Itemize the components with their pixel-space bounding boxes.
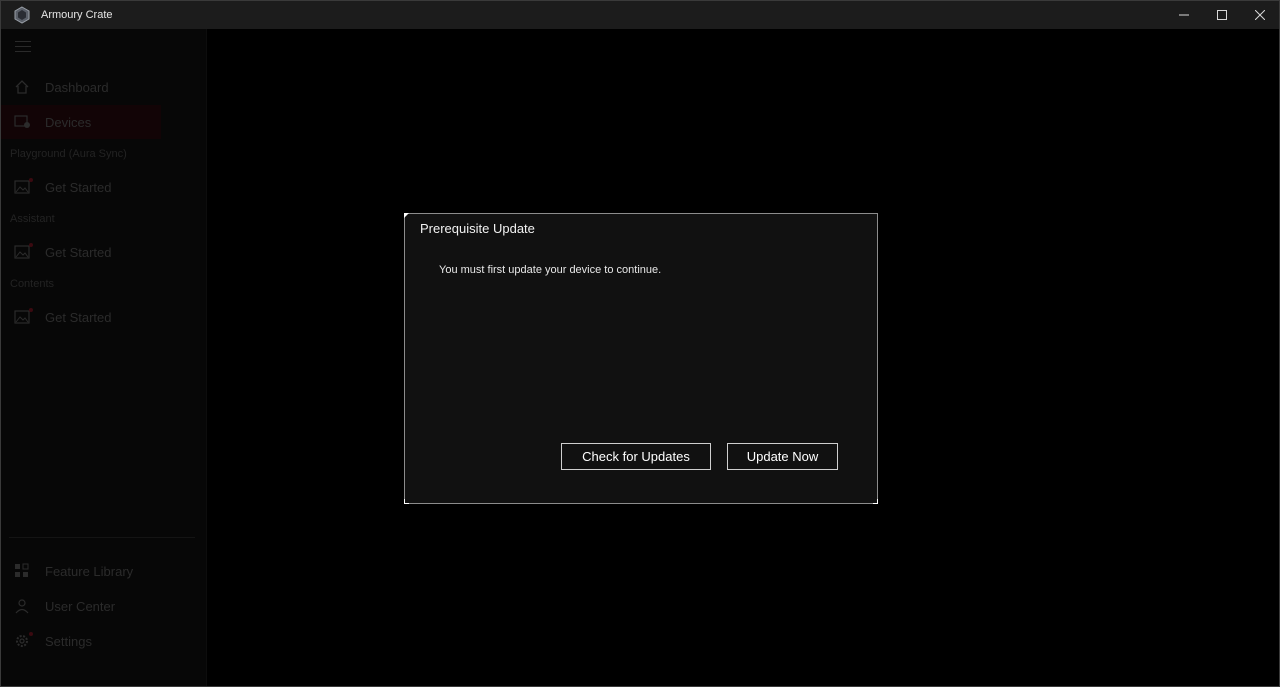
title-bar: Armoury Crate: [1, 1, 1279, 29]
sidebar-item-label: Get Started: [45, 179, 112, 195]
prerequisite-update-dialog: Prerequisite Update You must first updat…: [404, 213, 878, 504]
window-controls: [1165, 1, 1279, 29]
devices-icon: [13, 114, 31, 130]
sidebar-divider: [9, 537, 195, 538]
check-for-updates-button[interactable]: Check for Updates: [561, 443, 711, 470]
app-window: Armoury Crate Dashboard Devices Playgrou…: [0, 0, 1280, 687]
gear-icon: [13, 632, 33, 649]
sidebar-item-dashboard[interactable]: Dashboard: [1, 70, 207, 104]
sidebar-item-user-center[interactable]: User Center: [1, 589, 207, 623]
sidebar-item-label: Feature Library: [45, 563, 134, 579]
sidebar-item-label: Get Started: [45, 309, 112, 325]
sidebar-item-feature-library[interactable]: Feature Library: [1, 554, 207, 588]
home-icon: [13, 79, 31, 95]
sidebar-item-label: Settings: [45, 633, 92, 649]
sidebar-item-label: Get Started: [45, 244, 112, 260]
sidebar-item-devices[interactable]: Devices: [1, 105, 161, 139]
hamburger-menu-icon[interactable]: [15, 41, 31, 56]
sidebar: Dashboard Devices Playground (Aura Sync)…: [1, 29, 207, 686]
section-title-playground: Playground (Aura Sync): [10, 148, 127, 160]
image-icon: [13, 178, 33, 195]
image-icon: [13, 308, 33, 325]
section-title-assistant: Assistant: [10, 213, 55, 225]
notification-dot: [29, 308, 33, 312]
close-button[interactable]: [1241, 1, 1279, 29]
dialog-message: You must first update your device to con…: [439, 264, 662, 276]
section-title-contents: Contents: [10, 278, 55, 290]
image-icon: [13, 243, 33, 260]
sidebar-item-assistant-get-started[interactable]: Get Started: [1, 235, 207, 269]
sidebar-item-settings[interactable]: Settings: [1, 624, 207, 658]
sidebar-item-label: User Center: [45, 598, 116, 614]
window-title: Armoury Crate: [41, 9, 113, 21]
sidebar-item-contents-get-started[interactable]: Get Started: [1, 300, 207, 334]
sidebar-item-label: Dashboard: [45, 79, 109, 95]
notification-dot: [29, 178, 33, 182]
armoury-crate-logo-icon: [13, 6, 31, 24]
maximize-button[interactable]: [1203, 1, 1241, 29]
sidebar-item-playground-get-started[interactable]: Get Started: [1, 170, 207, 204]
update-now-button[interactable]: Update Now: [727, 443, 838, 470]
user-icon: [13, 598, 31, 614]
notification-dot: [29, 243, 33, 247]
grid-icon: [13, 563, 31, 579]
notification-dot: [29, 632, 33, 636]
dialog-title: Prerequisite Update: [420, 221, 535, 236]
minimize-button[interactable]: [1165, 1, 1203, 29]
sidebar-item-label: Devices: [45, 114, 92, 130]
